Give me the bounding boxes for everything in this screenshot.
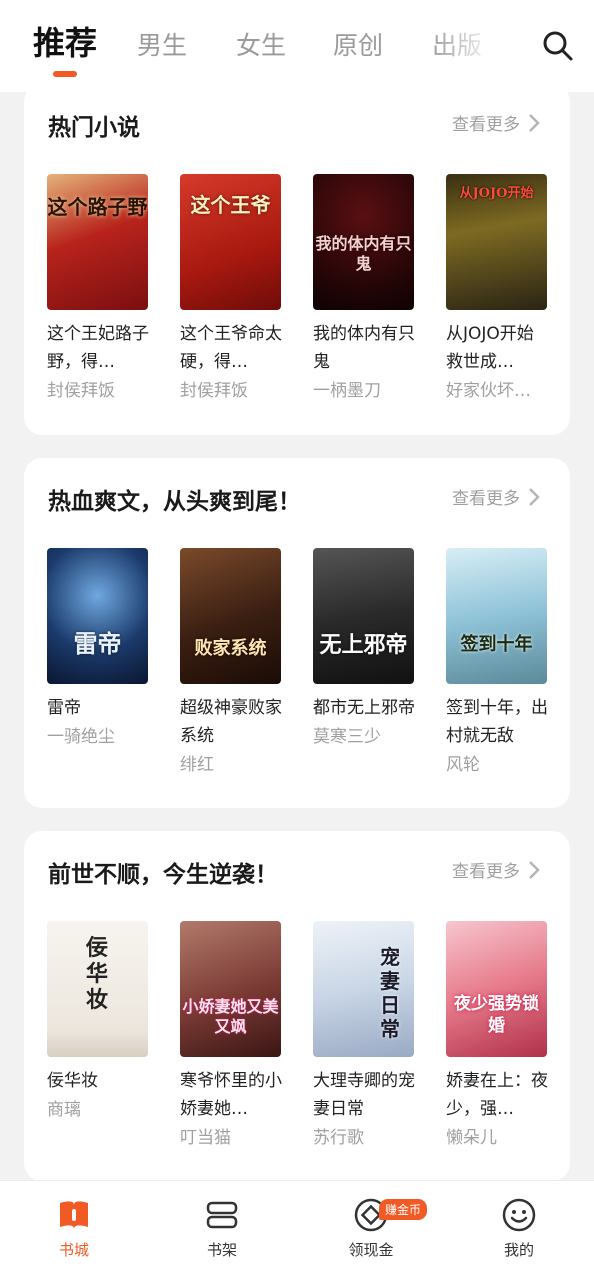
cover-title: 宠妻日常 bbox=[380, 945, 400, 1041]
book-author: 叮当猫 bbox=[180, 1128, 231, 1148]
book-author: 商璃 bbox=[47, 1100, 81, 1120]
tabs-fade bbox=[430, 0, 520, 92]
book-card[interactable]: 我的体内有只鬼 我的体内有只鬼 一柄墨刀 bbox=[313, 174, 415, 404]
section-title: 热门小说 bbox=[48, 115, 140, 141]
book-cover[interactable]: 我的体内有只鬼 bbox=[313, 174, 414, 310]
nav-label: 书架 bbox=[206, 1241, 237, 1259]
nav-label: 书城 bbox=[58, 1241, 89, 1259]
view-more-link[interactable]: 查看更多 bbox=[452, 110, 540, 135]
bottom-nav: 书城 书架 赚金币 领现金 我的 bbox=[0, 1180, 594, 1280]
book-author: 莫寒三少 bbox=[313, 727, 381, 747]
book-author: 封侯拜饭 bbox=[180, 381, 248, 401]
book-card[interactable]: 小娇妻她又美又飒 寒爷怀里的小娇妻她… 叮当猫 bbox=[180, 921, 282, 1151]
earn-coins-badge: 赚金币 bbox=[379, 1199, 428, 1220]
cover-title: 小娇妻她又美又飒 bbox=[182, 997, 279, 1036]
cover-title: 签到十年 bbox=[460, 634, 533, 655]
top-header: 推荐 男生 女生 原创 出版 bbox=[0, 0, 594, 92]
category-tabs: 推荐 男生 女生 原创 出版 bbox=[0, 0, 594, 92]
nav-label: 领现金 bbox=[348, 1241, 394, 1259]
view-more-link[interactable]: 查看更多 bbox=[452, 857, 540, 882]
book-card[interactable]: 雷帝 雷帝 一骑绝尘 bbox=[47, 548, 149, 750]
nav-profile[interactable]: 我的 bbox=[459, 1181, 579, 1280]
book-author: 好家伙坏… bbox=[446, 381, 531, 401]
book-card[interactable]: 这个路子野 这个王妃路子野，得… 封侯拜饭 bbox=[47, 174, 149, 404]
book-title: 签到十年，出村就无敌 bbox=[446, 698, 548, 746]
tab-male[interactable]: 男生 bbox=[137, 28, 187, 64]
book-cover[interactable]: 雷帝 bbox=[47, 548, 148, 684]
book-card[interactable]: 签到十年 签到十年，出村就无敌 风轮 bbox=[446, 548, 548, 778]
book-author: 一柄墨刀 bbox=[313, 381, 381, 401]
book-card[interactable]: 败家系统 超级神豪败家系统 绯红 bbox=[180, 548, 282, 778]
active-tab-indicator bbox=[53, 71, 77, 77]
book-author: 苏行歌 bbox=[313, 1128, 364, 1148]
view-more-link[interactable]: 查看更多 bbox=[452, 484, 540, 509]
book-title: 我的体内有只鬼 bbox=[313, 324, 415, 372]
book-title: 佞华妆 bbox=[47, 1071, 98, 1091]
book-title: 从JOJO开始救世成… bbox=[446, 324, 534, 372]
book-cover[interactable]: 败家系统 bbox=[180, 548, 281, 684]
cover-title: 无上邪帝 bbox=[319, 632, 408, 658]
smile-icon bbox=[502, 1198, 536, 1232]
book-cover[interactable]: 从JOJO开始 bbox=[446, 174, 547, 310]
view-more-label: 查看更多 bbox=[452, 489, 520, 509]
section-hot-novels: 热门小说 查看更多 这个路子野 这个王妃路子野，得… 封侯拜饭 这个王爷 这个王… bbox=[24, 84, 570, 435]
cover-title: 这个路子野 bbox=[47, 195, 148, 219]
view-more-label: 查看更多 bbox=[452, 115, 520, 135]
chevron-right-icon bbox=[529, 487, 540, 506]
search-icon[interactable] bbox=[542, 30, 574, 62]
cover-title: 夜少强势锁婚 bbox=[454, 994, 539, 1036]
tab-female[interactable]: 女生 bbox=[236, 28, 286, 64]
book-card[interactable]: 无上邪帝 都市无上邪帝 莫寒三少 bbox=[313, 548, 415, 750]
book-title: 娇妻在上：夜少，强… bbox=[446, 1071, 548, 1119]
book-author: 封侯拜饭 bbox=[47, 381, 115, 401]
book-title: 这个王爷命太硬，得… bbox=[180, 324, 282, 372]
cover-title: 佞华妆 bbox=[85, 935, 108, 1013]
book-title: 这个王妃路子野，得… bbox=[47, 324, 149, 372]
section-rebirth: 前世不顺，今生逆袭！ 查看更多 佞华妆 佞华妆 商璃 小娇妻她又美又飒 寒爷怀里… bbox=[24, 831, 570, 1181]
book-cover[interactable]: 签到十年 bbox=[446, 548, 547, 684]
book-card[interactable]: 这个王爷 这个王爷命太硬，得… 封侯拜饭 bbox=[180, 174, 282, 404]
book-cover[interactable]: 无上邪帝 bbox=[313, 548, 414, 684]
book-cover[interactable]: 这个王爷 bbox=[180, 174, 281, 310]
nav-bookshelf[interactable]: 书架 bbox=[162, 1181, 282, 1280]
chevron-right-icon bbox=[529, 860, 540, 879]
cover-title: 从JOJO开始 bbox=[459, 186, 534, 201]
book-cover[interactable]: 佞华妆 bbox=[47, 921, 148, 1057]
section-title: 前世不顺，今生逆袭！ bbox=[48, 862, 278, 888]
book-cover[interactable]: 小娇妻她又美又飒 bbox=[180, 921, 281, 1057]
view-more-label: 查看更多 bbox=[452, 862, 520, 882]
nav-bookstore[interactable]: 书城 bbox=[14, 1181, 134, 1280]
shelf-icon bbox=[206, 1201, 238, 1229]
book-cover[interactable]: 夜少强势锁婚 bbox=[446, 921, 547, 1057]
tab-original[interactable]: 原创 bbox=[333, 28, 383, 64]
book-title: 雷帝 bbox=[47, 698, 81, 718]
book-cover[interactable]: 这个路子野 bbox=[47, 174, 148, 310]
section-hot-blood: 热血爽文，从头爽到尾！ 查看更多 雷帝 雷帝 一骑绝尘 败家系统 超级神豪败家系… bbox=[24, 458, 570, 808]
book-author: 懒朵儿 bbox=[446, 1128, 497, 1148]
book-author: 绯红 bbox=[180, 755, 214, 775]
book-cover[interactable]: 宠妻日常 bbox=[313, 921, 414, 1057]
book-card[interactable]: 从JOJO开始 从JOJO开始救世成… 好家伙坏… bbox=[446, 174, 548, 404]
book-title: 寒爷怀里的小娇妻她… bbox=[180, 1071, 282, 1119]
nav-label: 我的 bbox=[503, 1241, 534, 1259]
book-title: 大理寺卿的宠妻日常 bbox=[313, 1071, 415, 1119]
book-icon bbox=[60, 1201, 88, 1229]
cover-title: 败家系统 bbox=[194, 638, 267, 659]
book-author: 风轮 bbox=[446, 755, 480, 775]
chevron-right-icon bbox=[529, 113, 540, 132]
section-title: 热血爽文，从头爽到尾！ bbox=[48, 489, 301, 515]
book-card[interactable]: 宠妻日常 大理寺卿的宠妻日常 苏行歌 bbox=[313, 921, 415, 1151]
book-author: 一骑绝尘 bbox=[47, 727, 115, 747]
book-card[interactable]: 夜少强势锁婚 娇妻在上：夜少，强… 懒朵儿 bbox=[446, 921, 548, 1151]
cover-title: 我的体内有只鬼 bbox=[315, 234, 412, 273]
book-card[interactable]: 佞华妆 佞华妆 商璃 bbox=[47, 921, 149, 1123]
book-title: 都市无上邪帝 bbox=[313, 698, 415, 718]
book-title: 超级神豪败家系统 bbox=[180, 698, 282, 746]
cover-title: 雷帝 bbox=[73, 629, 122, 658]
cover-title: 这个王爷 bbox=[190, 193, 271, 217]
tab-recommend[interactable]: 推荐 bbox=[33, 25, 97, 61]
nav-earn-cash[interactable]: 赚金币 领现金 bbox=[311, 1181, 431, 1280]
